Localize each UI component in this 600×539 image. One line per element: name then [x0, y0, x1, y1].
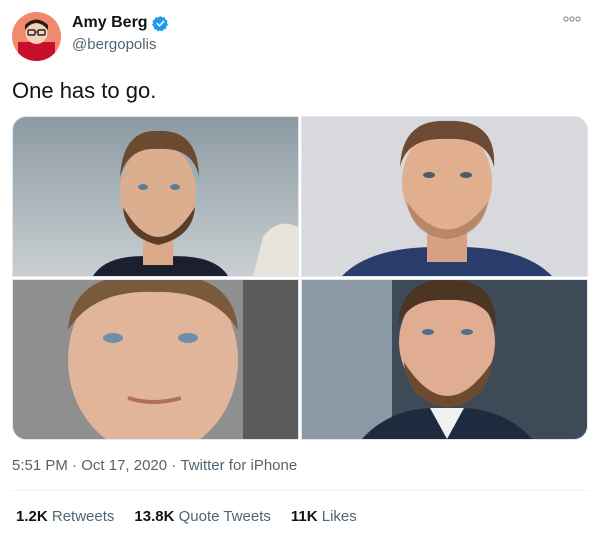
tweet-source[interactable]: Twitter for iPhone: [180, 457, 297, 474]
likes-stat[interactable]: 11K Likes: [291, 508, 357, 525]
tweet-date[interactable]: Oct 17, 2020: [81, 457, 167, 474]
tweet-photo-1[interactable]: [12, 116, 299, 277]
avatar[interactable]: [12, 12, 61, 61]
tweet-photo-4[interactable]: [301, 279, 588, 440]
author-name-row: Amy Berg: [72, 14, 169, 32]
author-handle[interactable]: @bergopolis: [72, 36, 156, 53]
tweet-stats: 1.2K Retweets 13.8K Quote Tweets 11K Lik…: [16, 508, 357, 525]
tweet-meta: 5:51 PM · Oct 17, 2020 · Twitter for iPh…: [12, 457, 297, 474]
verified-badge-icon: [151, 15, 168, 31]
likes-label: Likes: [321, 508, 357, 525]
quote-tweets-count: 13.8K: [134, 508, 175, 525]
likes-count: 11K: [290, 508, 318, 525]
display-name[interactable]: Amy Berg: [72, 14, 148, 32]
tweet-photo-2[interactable]: [301, 116, 588, 277]
retweets-label: Retweets: [51, 508, 115, 525]
divider: [12, 490, 588, 491]
tweet-time[interactable]: 5:51 PM: [12, 457, 68, 474]
photo-grid: [12, 116, 588, 440]
retweets-count: 1.2K: [16, 508, 48, 525]
meta-separator: ·: [167, 457, 181, 474]
meta-separator: ·: [67, 457, 82, 474]
quote-tweets-stat[interactable]: 13.8K Quote Tweets: [134, 508, 270, 525]
tweet: Amy Berg @bergopolis One has to go. 5:51…: [0, 0, 600, 539]
retweets-stat[interactable]: 1.2K Retweets: [16, 508, 114, 525]
tweet-text: One has to go.: [12, 78, 157, 103]
more-options-icon[interactable]: [562, 14, 582, 24]
quote-tweets-label: Quote Tweets: [178, 508, 271, 525]
tweet-photo-3[interactable]: [12, 279, 299, 440]
